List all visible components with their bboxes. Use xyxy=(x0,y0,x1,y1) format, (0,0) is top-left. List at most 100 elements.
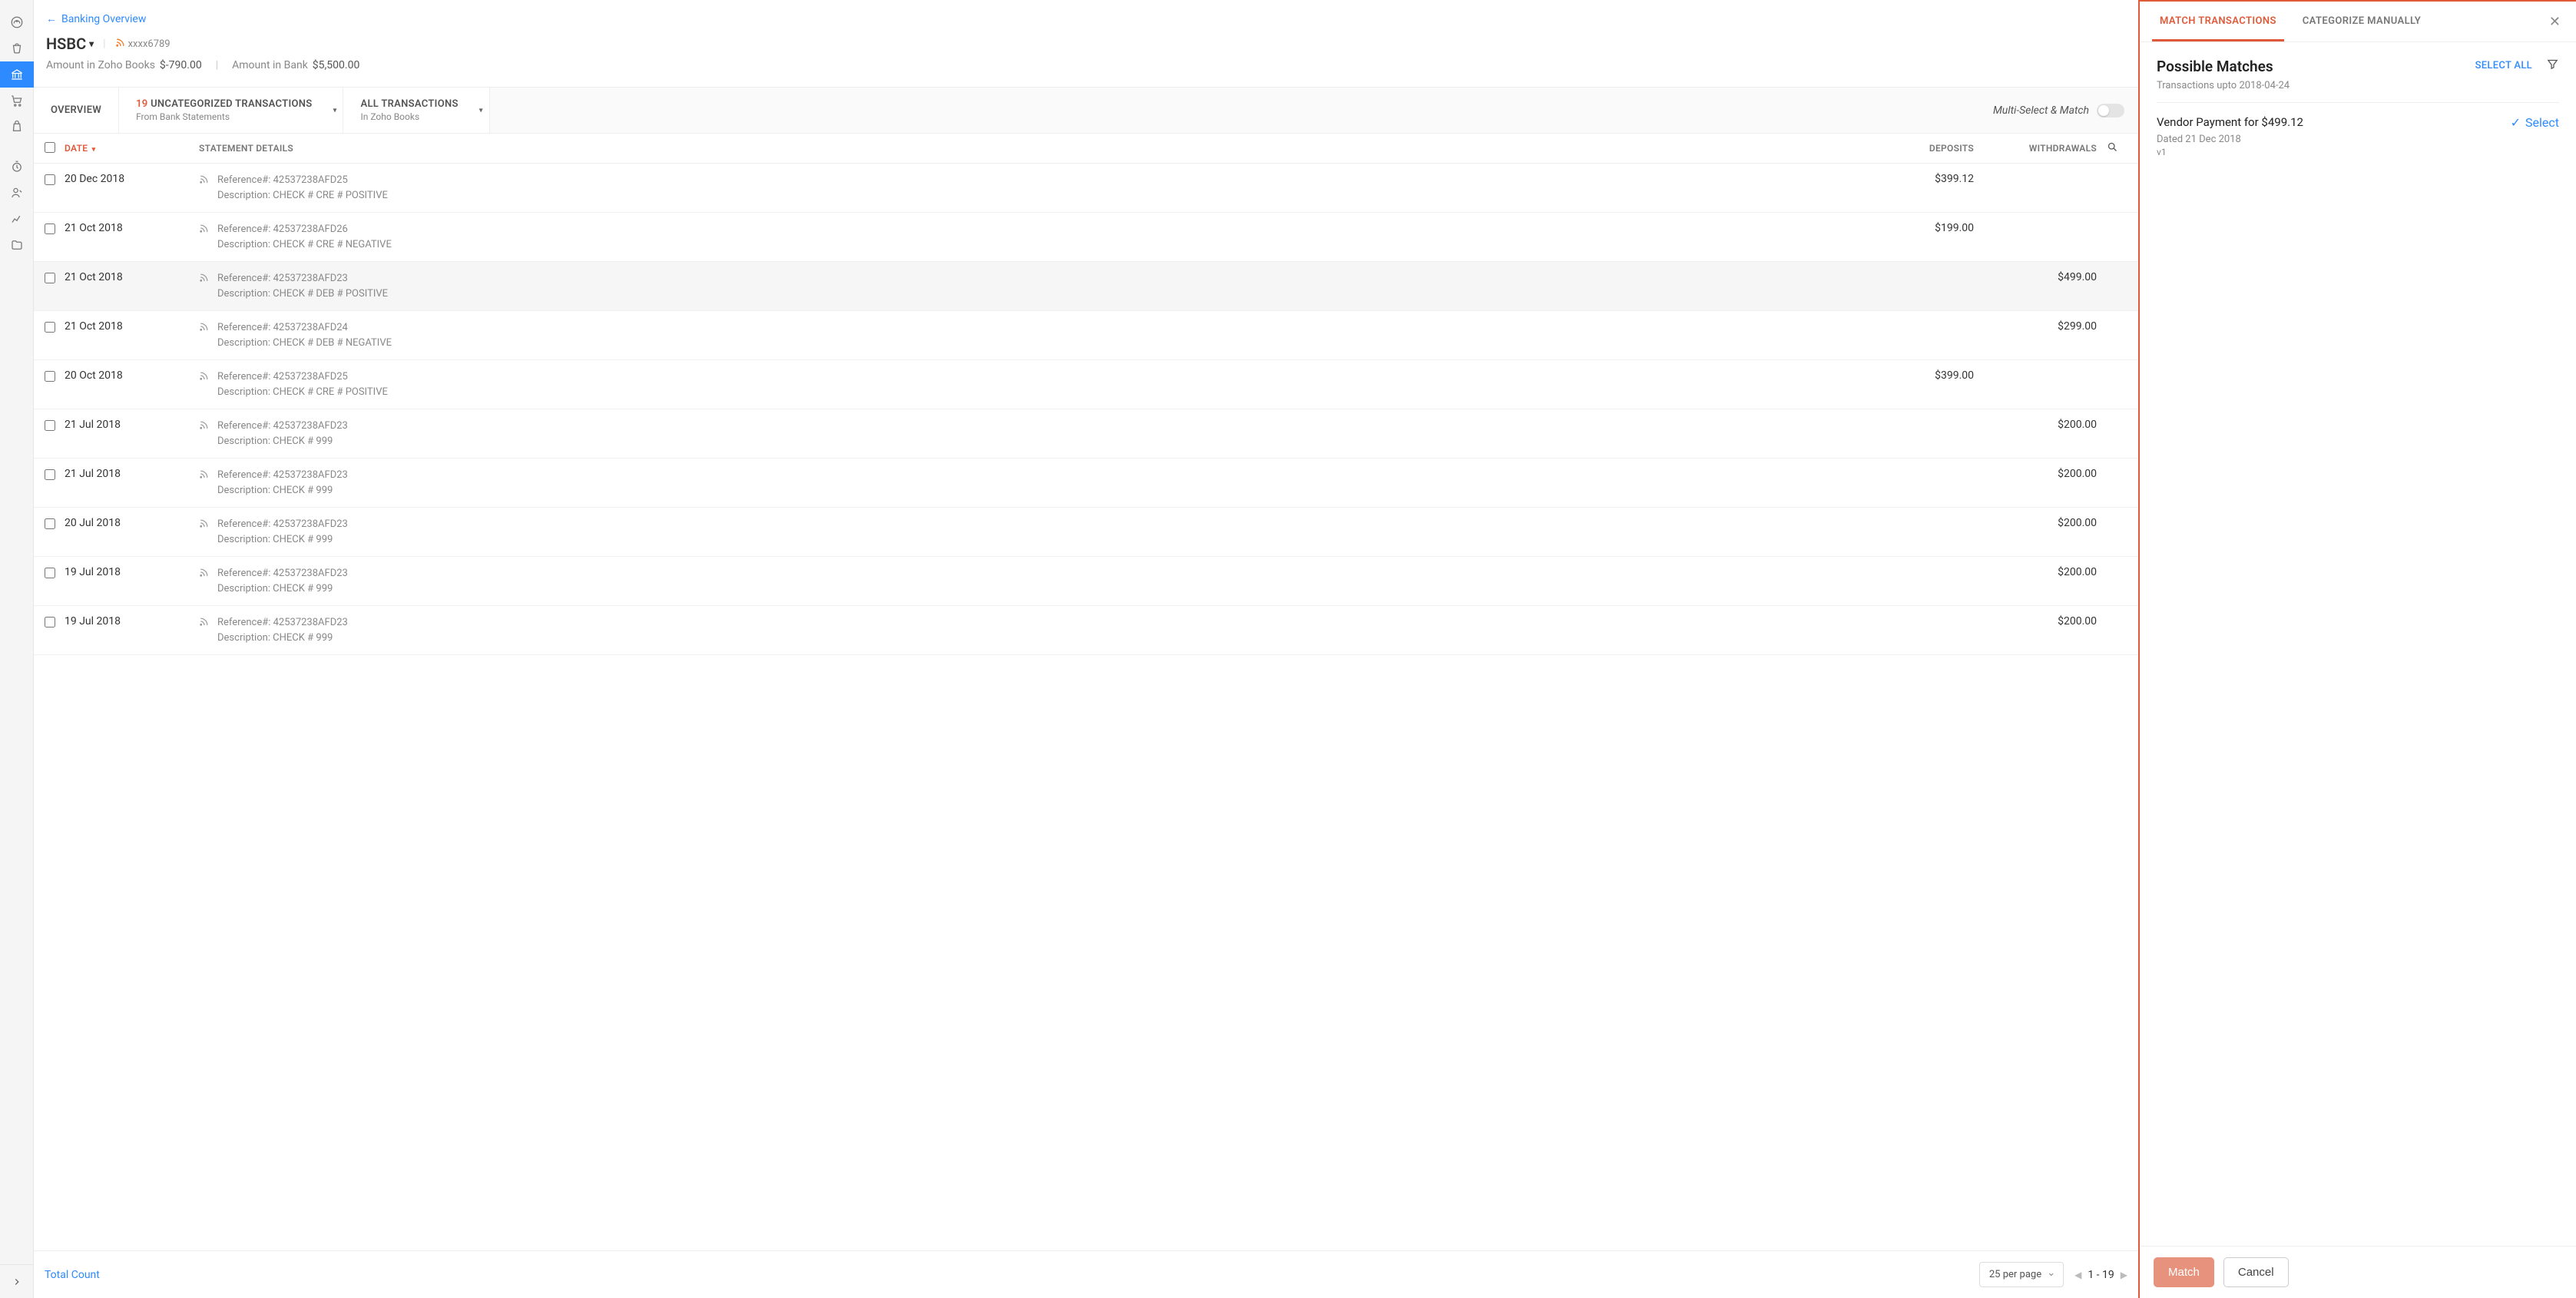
table-row[interactable]: 20 Jul 2018 Reference#: 42537238AFD23Desc… xyxy=(34,508,2138,557)
match-button[interactable]: Match xyxy=(2154,1257,2214,1287)
tab-categorize-manually[interactable]: CATEGORIZE MANUALLY xyxy=(2295,2,2429,41)
row-checkbox[interactable] xyxy=(45,568,55,578)
row-deposit: $399.12 xyxy=(1851,173,1974,185)
match-item-vendor: v1 xyxy=(2157,147,2303,157)
nav-reports-icon[interactable] xyxy=(0,206,34,232)
pager-range: 1 - 19 xyxy=(2088,1269,2114,1281)
uncategorized-label: UNCATEGORIZED TRANSACTIONS xyxy=(151,98,312,110)
row-checkbox[interactable] xyxy=(45,371,55,382)
per-page-select[interactable]: 25 per page xyxy=(1979,1262,2064,1287)
table-row[interactable]: 19 Jul 2018 Reference#: 42537238AFD23Desc… xyxy=(34,557,2138,606)
row-details: Reference#: 42537238AFD23Description: CH… xyxy=(217,419,1851,449)
row-checkbox[interactable] xyxy=(45,469,55,480)
table-row[interactable]: 21 Oct 2018Reference#: 42537238AFD24Desc… xyxy=(34,311,2138,360)
table-row[interactable]: 21 Jul 2018Reference#: 42537238AFD23Desc… xyxy=(34,459,2138,508)
nav-dashboard-icon[interactable] xyxy=(0,9,34,35)
account-name-dropdown[interactable]: HSBC ▾ xyxy=(46,35,94,53)
cancel-button[interactable]: Cancel xyxy=(2223,1257,2289,1287)
row-checkbox[interactable] xyxy=(45,617,55,627)
pager-next[interactable]: ▶ xyxy=(2121,1270,2127,1280)
chevron-down-icon: ▾ xyxy=(89,38,94,49)
feed-icon xyxy=(199,271,217,286)
row-withdrawal: $200.00 xyxy=(1974,517,2097,529)
pager-prev[interactable]: ◀ xyxy=(2074,1270,2081,1280)
nav-documents-icon[interactable] xyxy=(0,232,34,258)
feed-icon xyxy=(199,566,217,581)
nav-items-icon[interactable] xyxy=(0,35,34,61)
row-date: 19 Jul 2018 xyxy=(65,615,199,627)
row-date: 21 Jul 2018 xyxy=(65,419,199,431)
row-details: Reference#: 42537238AFD23Description: CH… xyxy=(217,615,1851,645)
zoho-amount-value: $-790.00 xyxy=(160,59,202,71)
feed-icon xyxy=(199,320,217,335)
table-row[interactable]: 20 Dec 2018 Reference#: 42537238AFD25Desc… xyxy=(34,164,2138,213)
tab-uncategorized[interactable]: 19 UNCATEGORIZED TRANSACTIONS From Bank … xyxy=(119,88,343,133)
col-date-sort[interactable]: DATE ▾ xyxy=(65,143,199,154)
row-checkbox[interactable] xyxy=(45,174,55,185)
row-withdrawal: $200.00 xyxy=(1974,566,2097,578)
uncategorized-sub: From Bank Statements xyxy=(136,111,312,122)
row-date: 20 Dec 2018 xyxy=(65,173,199,185)
col-date-label: DATE xyxy=(65,143,88,154)
match-item-title: Vendor Payment for $499.12 xyxy=(2157,115,2303,129)
row-date: 20 Oct 2018 xyxy=(65,369,199,382)
tab-overview[interactable]: OVERVIEW xyxy=(34,88,119,133)
row-details: Reference#: 42537238AFD25Description: CH… xyxy=(217,173,1851,203)
feed-icon xyxy=(199,468,217,482)
row-date: 21 Oct 2018 xyxy=(65,271,199,283)
main-content: Banking Overview HSBC ▾ | xxxx6789 Amoun… xyxy=(34,0,2138,1298)
row-details: Reference#: 42537238AFD26Description: CH… xyxy=(217,222,1851,252)
row-checkbox[interactable] xyxy=(45,224,55,234)
table-search-button[interactable] xyxy=(2097,141,2127,155)
row-checkbox[interactable] xyxy=(45,273,55,283)
bank-amount-label: Amount in Bank xyxy=(232,59,308,71)
row-checkbox[interactable] xyxy=(45,518,55,529)
feed-icon xyxy=(115,38,125,51)
row-details: Reference#: 42537238AFD23Description: CH… xyxy=(217,566,1851,596)
panel-tabs: MATCH TRANSACTIONS CATEGORIZE MANUALLY ✕ xyxy=(2140,2,2576,42)
tab-match-transactions[interactable]: MATCH TRANSACTIONS xyxy=(2152,2,2284,41)
back-link[interactable]: Banking Overview xyxy=(46,13,146,25)
match-item-select[interactable]: ✓ Select xyxy=(2511,115,2559,130)
col-deposits-label: DEPOSITS xyxy=(1851,143,1974,154)
table-row[interactable]: 19 Jul 2018 Reference#: 42537238AFD23Desc… xyxy=(34,606,2138,655)
account-header: HSBC ▾ | xxxx6789 Amount in Zoho Books$-… xyxy=(34,25,2138,87)
feed-icon xyxy=(199,173,217,187)
feed-icon xyxy=(199,222,217,237)
chevron-down-icon[interactable]: ▾ xyxy=(333,106,336,114)
table-row[interactable]: 21 Oct 2018Reference#: 42537238AFD26Desc… xyxy=(34,213,2138,262)
row-checkbox[interactable] xyxy=(45,322,55,333)
row-date: 20 Jul 2018 xyxy=(65,517,199,529)
row-details: Reference#: 42537238AFD23Description: CH… xyxy=(217,468,1851,498)
row-details: Reference#: 42537238AFD25Description: CH… xyxy=(217,369,1851,399)
table-row[interactable]: 21 Oct 2018Reference#: 42537238AFD23Desc… xyxy=(34,262,2138,311)
select-all-link[interactable]: SELECT ALL xyxy=(2475,60,2532,71)
row-deposit: $199.00 xyxy=(1851,222,1974,234)
nav-sales-icon[interactable] xyxy=(0,88,34,114)
sort-icon: ▾ xyxy=(92,146,96,154)
table-row[interactable]: 20 Oct 2018 Reference#: 42537238AFD25Desc… xyxy=(34,360,2138,409)
row-checkbox[interactable] xyxy=(45,420,55,431)
table-row[interactable]: 21 Jul 2018 Reference#: 42537238AFD23Desc… xyxy=(34,409,2138,459)
match-item-date: Dated 21 Dec 2018 xyxy=(2157,134,2303,145)
tab-overview-label: OVERVIEW xyxy=(51,104,101,116)
nav-accountant-icon[interactable] xyxy=(0,180,34,206)
nav-banking-icon[interactable] xyxy=(0,61,34,88)
account-mask: xxxx6789 xyxy=(128,38,171,50)
col-details-label: STATEMENT DETAILS xyxy=(199,143,1851,154)
match-item: Vendor Payment for $499.12 Dated 21 Dec … xyxy=(2157,103,2559,170)
total-count-link[interactable]: Total Count xyxy=(45,1269,100,1281)
multi-select-toggle[interactable] xyxy=(2097,104,2124,118)
filter-button[interactable] xyxy=(2546,58,2559,74)
nav-expand-toggle[interactable] xyxy=(0,1264,34,1298)
chevron-down-icon[interactable]: ▾ xyxy=(479,106,483,114)
possible-matches-title: Possible Matches xyxy=(2157,58,2290,75)
select-all-checkbox[interactable] xyxy=(45,142,55,153)
nav-purchases-icon[interactable] xyxy=(0,114,34,140)
panel-close-button[interactable]: ✕ xyxy=(2546,11,2564,33)
tab-all-transactions[interactable]: ALL TRANSACTIONS In Zoho Books ▾ xyxy=(343,88,489,133)
account-feed-info: xxxx6789 xyxy=(115,38,171,51)
nav-time-icon[interactable] xyxy=(0,154,34,180)
row-details: Reference#: 42537238AFD23Description: CH… xyxy=(217,517,1851,547)
row-date: 19 Jul 2018 xyxy=(65,566,199,578)
